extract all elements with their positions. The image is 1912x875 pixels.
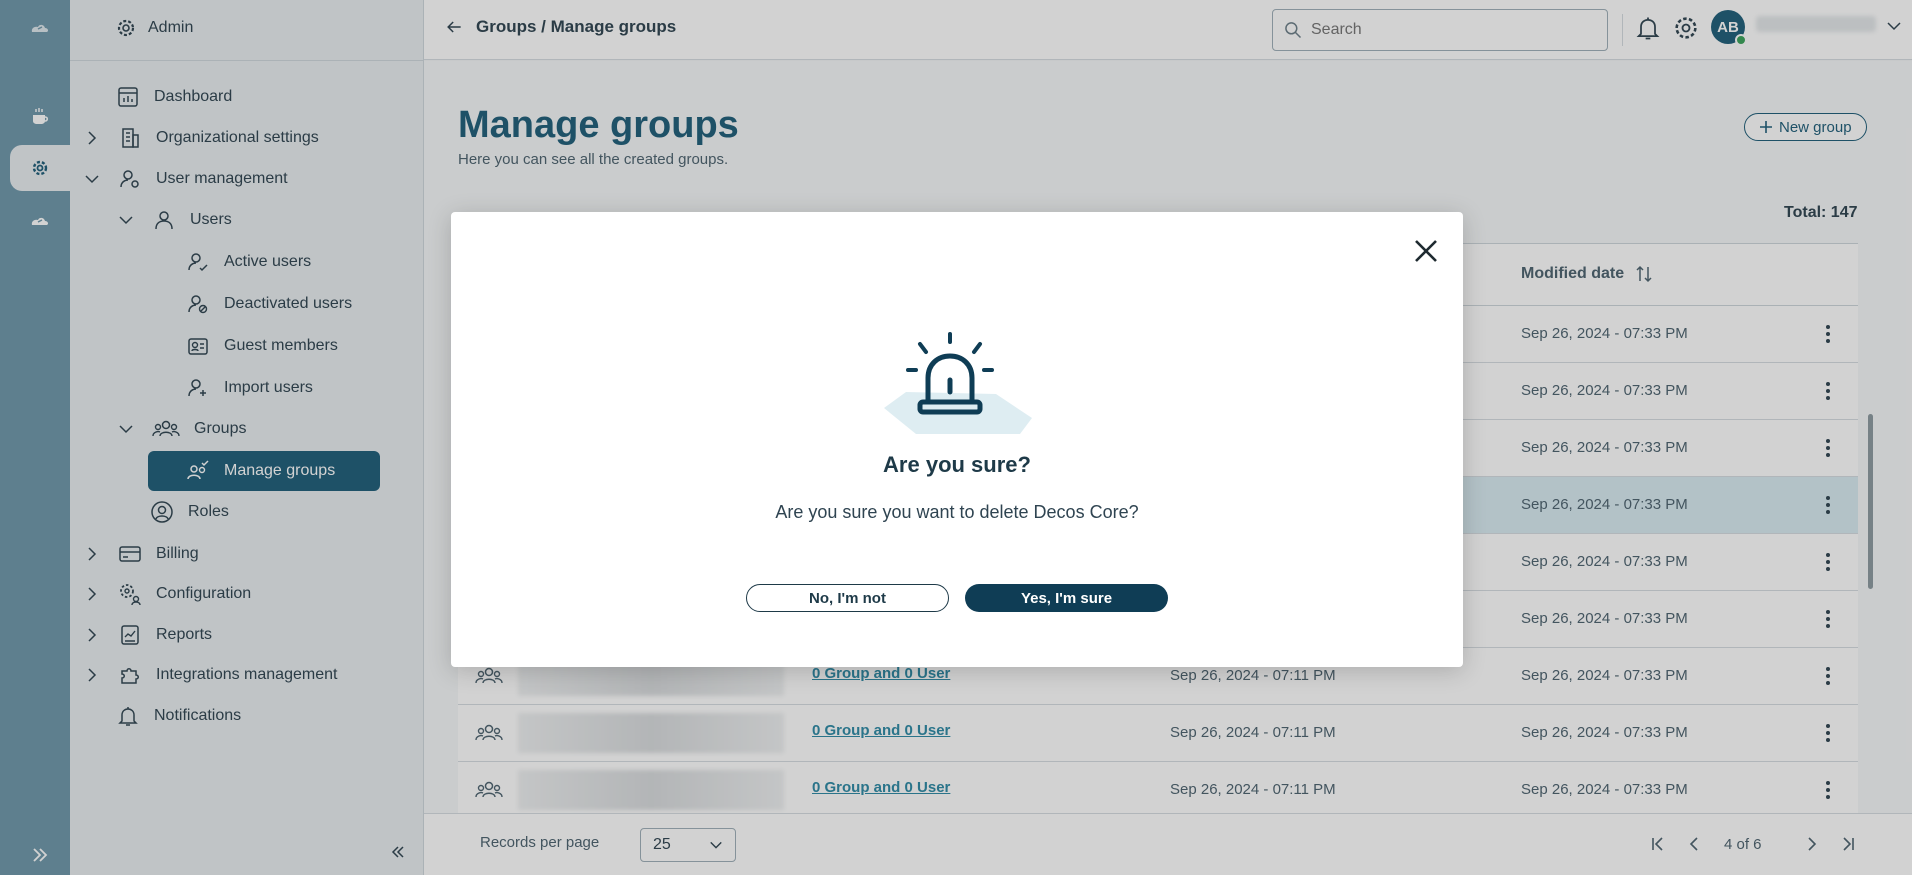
confirm-delete-dialog: Are you sure? Are you sure you want to d… xyxy=(451,212,1463,667)
alarm-siren-icon xyxy=(884,332,1032,434)
close-icon[interactable] xyxy=(1411,236,1441,266)
confirm-delete-button[interactable]: Yes, I'm sure xyxy=(965,584,1168,612)
cancel-button[interactable]: No, I'm not xyxy=(746,584,949,612)
dialog-message: Are you sure you want to delete Decos Co… xyxy=(775,502,1139,522)
dialog-title: Are you sure? xyxy=(883,452,1031,477)
